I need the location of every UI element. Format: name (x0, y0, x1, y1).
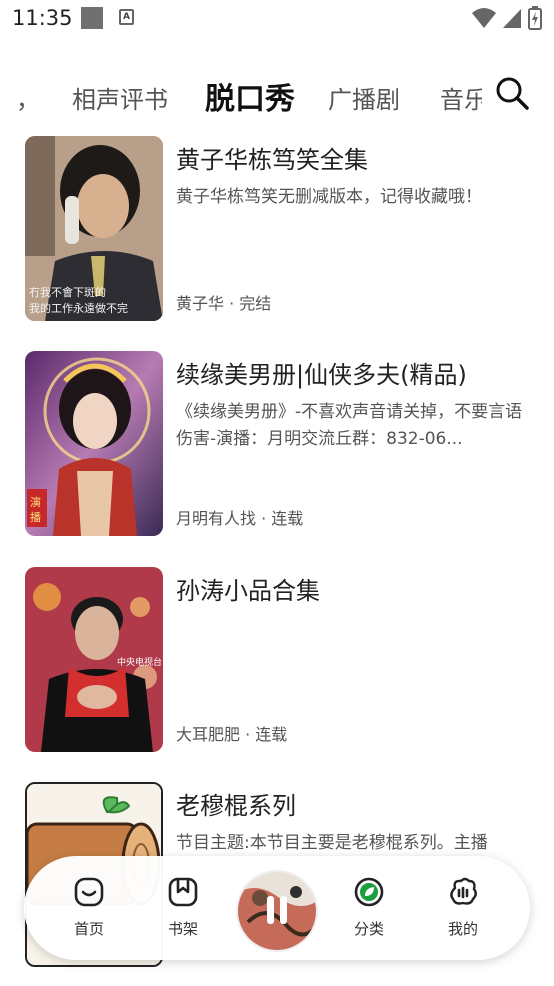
app-notification-icon: A (119, 9, 134, 25)
tab-talk-show[interactable]: 脱口秀 (205, 74, 295, 118)
bottom-navigation: 首页 书架 分类 我的 (24, 856, 530, 960)
tab-partial[interactable]: ， (16, 80, 40, 115)
item-title[interactable]: 孙涛小品合集 (176, 571, 320, 606)
nav-home[interactable]: 首页 (59, 876, 119, 939)
list-item[interactable]: 演 播 续缘美男册|仙侠多夫(精品) 《续缘美男册》-不喜欢声音请关掉，不要言语… (25, 347, 535, 536)
tab-radio-drama[interactable]: 广播剧 (328, 80, 400, 115)
notification-icon (81, 7, 103, 29)
item-description: 节目主题:本节目主要是老穆棍系列。主播 (176, 833, 488, 853)
item-title[interactable]: 老穆棍系列 (176, 786, 296, 821)
wifi-icon (472, 8, 496, 28)
cover-caption: 中央电视台 (117, 656, 162, 668)
cover-caption: 演 (30, 495, 41, 509)
status-time: 11:35 (12, 6, 73, 30)
svg-text:播: 播 (30, 510, 41, 524)
nav-home-label: 首页 (73, 920, 104, 938)
list-item[interactable]: 冇我不會下斑的 我的工作永遠做不完 黄子华栋笃笑全集 黄子华栋笃笑无删减版本，记… (25, 132, 535, 321)
nav-profile[interactable]: 我的 (433, 876, 493, 939)
category-icon (354, 877, 384, 907)
cover-image: 中央电视台 (25, 567, 163, 752)
item-meta: 黄子华 · 完结 (176, 294, 272, 313)
item-title[interactable]: 续缘美男册|仙侠多夫(精品) (176, 355, 467, 390)
nav-profile-label: 我的 (447, 920, 478, 938)
item-description: 黄子华栋笃笑无删减版本，记得收藏哦！ (176, 187, 482, 207)
item-meta: 大耳肥肥 · 连载 (176, 725, 288, 744)
cover-image: 冇我不會下斑的 我的工作永遠做不完 (25, 136, 163, 321)
now-playing-button[interactable] (236, 870, 318, 952)
bookshelf-icon (168, 877, 198, 907)
status-icons (472, 6, 542, 30)
nav-category[interactable]: 分类 (339, 876, 399, 939)
cover-image: 演 播 (25, 351, 163, 536)
profile-icon (450, 877, 477, 905)
signal-icon (503, 9, 521, 28)
item-meta: 月明有人找 · 连载 (176, 509, 304, 528)
nav-bookshelf-label: 书架 (167, 920, 198, 938)
category-tabs: ， 相声评书 脱口秀 广播剧 音乐 (0, 62, 554, 128)
item-title[interactable]: 黄子华栋笃笑全集 (176, 140, 368, 175)
tab-music[interactable]: 音乐 (440, 80, 482, 115)
battery-icon (528, 6, 542, 30)
search-icon[interactable] (495, 76, 529, 110)
status-bar: 11:35 A (0, 0, 554, 38)
svg-text:我的工作永遠做不完: 我的工作永遠做不完 (29, 301, 128, 315)
cover-caption: 冇我不會下斑的 (29, 285, 106, 299)
list-item[interactable]: 中央电视台 孙涛小品合集 大耳肥肥 · 连载 (25, 563, 535, 752)
tab-crosstalk[interactable]: 相声评书 (72, 80, 168, 115)
nav-category-label: 分类 (353, 920, 384, 938)
item-description: 《续缘美男册》-不喜欢声音请关掉，不要言语伤害-演播：月明交流丘群：832-06… (176, 402, 523, 449)
home-icon (74, 877, 104, 907)
nav-bookshelf[interactable]: 书架 (153, 876, 213, 939)
